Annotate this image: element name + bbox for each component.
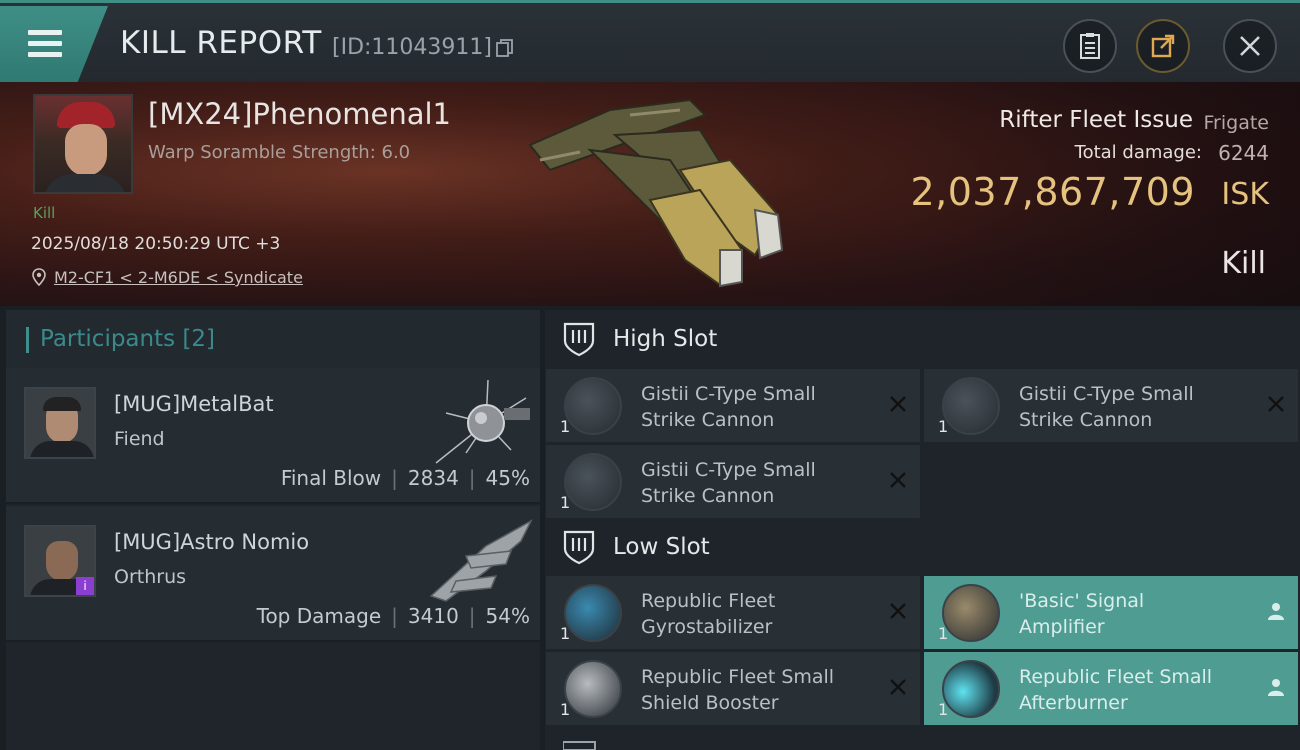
menu-icon [28,30,62,63]
clipboard-icon [1080,33,1100,59]
victim-banner: Kill [MX24]Phenomenal1 Warp Soramble Str… [0,82,1300,306]
module-item[interactable]: 1 Republic Fleet Gyrostabilizer [546,576,920,649]
module-item[interactable]: 1 Gistii C-Type Small Strike Cannon [924,369,1298,442]
module-item[interactable]: 1 Republic Fleet Small Shield Booster [546,652,920,725]
module-name: Gistii C-Type Small Strike Cannon [641,383,816,431]
x-icon [890,679,906,695]
location-pin-icon [32,268,46,286]
module-name: 'Basic' Signal Amplifier [1019,590,1145,638]
close-button[interactable] [1223,19,1277,73]
participant-ship-image [435,379,530,464]
share-icon [1151,34,1175,58]
participant-ship: Fiend [114,428,165,450]
module-item[interactable]: 1 Republic Fleet Small Afterburner [924,652,1298,725]
module-item[interactable]: 1 Gistii C-Type Small Strike Cannon [546,369,920,442]
participant-name: [MUG]Astro Nomio [114,530,310,554]
participant-row[interactable]: i [MUG]Astro Nomio Orthrus Top Damage | 34… [6,506,540,642]
report-id: [ID:11043911] [332,35,492,60]
page-title: KILL REPORT [120,25,322,61]
participant-avatar[interactable]: i [24,525,96,597]
kill-datetime: 2025/08/18 20:50:29 UTC +3 [31,234,281,254]
kill-badge: Kill [33,204,56,222]
close-icon [1240,36,1260,56]
slot-shield-icon [563,530,595,565]
isk-value: 2,037,867,709 [910,170,1195,214]
warp-scramble-strength: Warp Soramble Strength: 6.0 [148,142,411,163]
module-item[interactable]: 1 Gistii C-Type Small Strike Cannon [546,445,920,518]
total-damage-value: 6244 [1218,141,1269,165]
location-link[interactable]: M2-CF1 < 2-M6DE < Syndicate [54,268,303,287]
person-icon: i [76,577,94,595]
participant-row[interactable]: [MUG]MetalBat Fiend Final Blow | 2834 | 45% [6,368,540,504]
top-bar: KILL REPORT [ID:11043911] [0,0,1300,82]
report-result: Kill [1221,246,1266,281]
module-name: Republic Fleet Gyrostabilizer [641,590,776,638]
victim-avatar[interactable] [33,94,133,194]
person-icon [1268,679,1284,696]
high-slot-header: High Slot [545,310,1300,368]
x-icon [890,396,906,412]
menu-button[interactable] [0,6,108,82]
x-icon [890,472,906,488]
participant-stats: Final Blow | 2834 | 45% [280,466,530,490]
low-slot-title: Low Slot [613,534,710,560]
participants-title: Participants [2] [40,326,216,352]
participants-panel: Participants [2] [MUG]MetalBat Fiend Fin… [6,310,540,750]
x-icon [1268,396,1284,412]
share-button[interactable] [1136,19,1190,73]
total-damage-label: Total damage: [1074,142,1202,163]
participant-ship: Orthrus [114,566,187,588]
fitting-panel: High Slot 1 Gistii C-Type Small Strike Ca… [545,310,1300,750]
x-icon [890,603,906,619]
participant-stats: Top Damage | 3410 | 54% [256,604,530,628]
gyrostabilizer-icon [564,584,622,642]
cannon-icon [564,453,622,511]
participant-avatar[interactable] [24,387,96,459]
module-name: Republic Fleet Small Afterburner [1019,666,1213,714]
low-slot-header: Low Slot [545,518,1300,576]
victim-ship-class: Frigate [1203,112,1269,134]
module-item[interactable]: 1 'Basic' Signal Amplifier [924,576,1298,649]
report-button[interactable] [1063,19,1117,73]
module-name: Gistii C-Type Small Strike Cannon [1019,383,1194,431]
participant-name: [MUG]MetalBat [114,392,274,416]
isk-unit: ISK [1221,177,1269,212]
victim-ship-image [528,98,784,288]
slot-shield-icon [563,322,595,357]
cannon-icon [942,377,1000,435]
module-name: Republic Fleet Small Shield Booster [641,666,835,714]
high-slot-title: High Slot [613,326,718,352]
afterburner-icon [942,660,1000,718]
cannon-icon [564,377,622,435]
copy-icon[interactable] [496,39,514,57]
person-icon [1268,603,1284,620]
participant-ship-image [429,519,533,602]
victim-name: [MX24]Phenomenal1 [148,97,451,131]
slot-shield-icon [563,741,596,750]
signal-amplifier-icon [942,584,1000,642]
shield-booster-icon [564,660,622,718]
victim-ship-name: Rifter Fleet Issue [999,107,1193,133]
module-name: Gistii C-Type Small Strike Cannon [641,459,816,507]
participants-header: Participants [2] [6,310,540,368]
